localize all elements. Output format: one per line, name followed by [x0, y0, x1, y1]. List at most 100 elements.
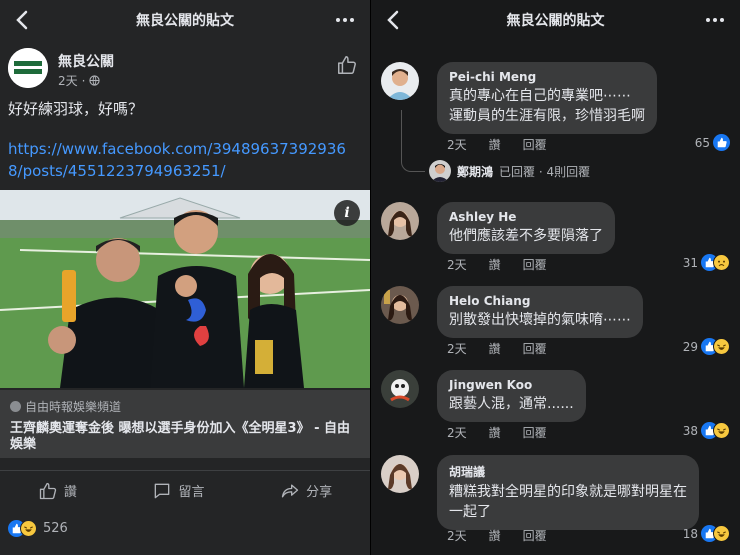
- comment-meta: 2天 讚 回覆: [447, 340, 547, 357]
- link-source-row: 自由時報娛樂頻道: [10, 398, 360, 415]
- comment-like-button[interactable]: 讚: [489, 340, 501, 357]
- comment-age: 2天: [447, 529, 467, 543]
- share-icon: [281, 484, 299, 497]
- reply-thread[interactable]: 鄭期鴻 已回覆 · 4則回覆: [429, 160, 590, 182]
- post-age: 2天: [58, 74, 78, 88]
- haha-reaction-icon: [713, 338, 730, 355]
- comment-like-button[interactable]: 讚: [489, 256, 501, 273]
- comment-button[interactable]: 留言: [152, 481, 204, 501]
- like-page-icon[interactable]: [336, 54, 358, 76]
- comment: Helo Chiang 別散發出快壞掉的氣味唷⋯⋯ 2天 讚 回覆 29: [379, 286, 734, 366]
- haha-reaction-icon: [713, 525, 730, 542]
- comment-meta: 2天 讚 回覆: [447, 424, 547, 441]
- comment-reaction-count: 38: [682, 423, 698, 438]
- sad-reaction-icon: [713, 254, 730, 271]
- reply-author[interactable]: 鄭期鴻: [457, 163, 493, 180]
- comment-meta: 2天 讚 回覆: [447, 256, 547, 273]
- comment-age: 2天: [447, 426, 467, 440]
- comment-bubble[interactable]: Pei-chi Meng 真的專心在自己的專業吧⋯⋯ 運動員的生涯有限，珍惜羽毛…: [437, 62, 657, 134]
- source-icon: [10, 401, 21, 412]
- post-link[interactable]: https://www.facebook.com/394896373929368…: [8, 138, 358, 182]
- link-source: 自由時報娛樂頻道: [25, 400, 122, 414]
- comment-reaction-count: 29: [682, 339, 698, 354]
- globe-icon: [89, 75, 101, 86]
- haha-reaction-icon: [20, 520, 37, 537]
- post-actions: 讚 留言 分享: [0, 470, 370, 510]
- comment-age: 2天: [447, 258, 467, 272]
- comment: 胡瑞議 糟糕我對全明星的印象就是哪對明星在 一起了 2天 讚 回覆 18: [379, 455, 734, 550]
- post-text: 好好練羽球，好嗎？: [8, 100, 144, 118]
- comment-text-line: 糟糕我對全明星的印象就是哪對明星在: [449, 484, 687, 500]
- top-bar: 無良公關的貼文: [0, 0, 370, 40]
- comment-like-button[interactable]: 讚: [489, 424, 501, 441]
- reaction-count: 526: [43, 521, 68, 536]
- post-panel: 無良公關的貼文 無良公關 2天 · 好好練羽球，好嗎？ https://www.…: [0, 0, 370, 555]
- avatar[interactable]: [381, 202, 419, 240]
- comment-icon: [155, 483, 170, 498]
- post-meta: 2天 ·: [58, 72, 101, 89]
- comment-reply-button[interactable]: 回覆: [523, 424, 547, 441]
- comment-bubble[interactable]: Jingwen Koo 跟藝人混，通常......: [437, 370, 586, 422]
- info-icon[interactable]: i: [334, 200, 360, 226]
- comment-text-line: 一起了: [449, 504, 491, 520]
- comment-meta: 2天 讚 回覆: [447, 136, 547, 153]
- share-button[interactable]: 分享: [280, 481, 332, 501]
- comment-age: 2天: [447, 138, 467, 152]
- comment-reply-button[interactable]: 回覆: [523, 256, 547, 273]
- commenter-name[interactable]: 胡瑞議: [449, 463, 687, 480]
- link-headline: 王齊麟奧運奪金後 曝想以選手身份加入《全明星3》 - 自由娛樂: [10, 421, 351, 452]
- comment-age: 2天: [447, 342, 467, 356]
- comment-reply-button[interactable]: 回覆: [523, 136, 547, 153]
- post-header: 無良公關 2天 ·: [8, 48, 368, 92]
- comment-reactions[interactable]: 31: [683, 254, 730, 271]
- comment-reactions[interactable]: 38: [683, 422, 730, 439]
- haha-reaction-icon: [713, 422, 730, 439]
- comment-text-line: 跟藝人混，通常......: [449, 396, 574, 412]
- page-title: 無良公關的貼文: [506, 13, 605, 29]
- comment-reaction-count: 18: [682, 526, 698, 541]
- avatar[interactable]: [381, 286, 419, 324]
- comment-reply-button[interactable]: 回覆: [523, 340, 547, 357]
- comment-label: 留言: [178, 485, 205, 500]
- comment-bubble[interactable]: 胡瑞議 糟糕我對全明星的印象就是哪對明星在 一起了: [437, 455, 699, 530]
- comment-bubble[interactable]: Ashley He 他們應該差不多要隕落了: [437, 202, 615, 254]
- commenter-name[interactable]: Ashley He: [449, 210, 603, 224]
- top-bar: 無良公關的貼文: [371, 0, 740, 40]
- reply-summary[interactable]: 已回覆 · 4則回覆: [499, 163, 590, 180]
- comment-bubble[interactable]: Helo Chiang 別散發出快壞掉的氣味唷⋯⋯: [437, 286, 643, 338]
- reaction-summary[interactable]: 526: [8, 520, 68, 537]
- like-label: 讚: [63, 485, 77, 500]
- link-preview-image[interactable]: i: [0, 190, 370, 388]
- comment-reaction-count: 65: [694, 135, 710, 150]
- comment-reaction-count: 31: [682, 255, 698, 270]
- like-reaction-icon: [713, 134, 730, 151]
- avatar[interactable]: [381, 370, 419, 408]
- comment-text-line: 運動員的生涯有限，珍惜羽毛啊: [449, 108, 645, 124]
- comment-like-button[interactable]: 讚: [489, 527, 501, 544]
- avatar[interactable]: [381, 62, 419, 100]
- commenter-name[interactable]: Pei-chi Meng: [449, 70, 645, 84]
- comment-like-button[interactable]: 讚: [489, 136, 501, 153]
- comment-reactions[interactable]: 65: [695, 134, 730, 151]
- avatar[interactable]: [381, 455, 419, 493]
- comment-text-line: 別散發出快壞掉的氣味唷⋯⋯: [449, 312, 631, 328]
- like-button[interactable]: 讚: [38, 481, 77, 501]
- page-avatar[interactable]: [8, 48, 48, 88]
- share-label: 分享: [306, 485, 333, 500]
- commenter-name[interactable]: Jingwen Koo: [449, 378, 574, 392]
- page-name[interactable]: 無良公關: [58, 51, 114, 71]
- link-card[interactable]: 自由時報娛樂頻道 王齊麟奧運奪金後 曝想以選手身份加入《全明星3》 - 自由娛樂: [0, 390, 370, 458]
- comment: Pei-chi Meng 真的專心在自己的專業吧⋯⋯ 運動員的生涯有限，珍惜羽毛…: [379, 62, 734, 162]
- comments-panel: 無良公關的貼文 Pei-chi Meng 真的專心在自己的專業吧⋯⋯ 運動員的生…: [370, 0, 740, 555]
- commenter-name[interactable]: Helo Chiang: [449, 294, 631, 308]
- comment: Ashley He 他們應該差不多要隕落了 2天 讚 回覆 31: [379, 202, 734, 282]
- more-options-icon[interactable]: [336, 14, 358, 26]
- comment-meta: 2天 讚 回覆: [447, 527, 547, 544]
- more-options-icon[interactable]: [706, 14, 728, 26]
- comment-reactions[interactable]: 18: [683, 525, 730, 542]
- comment-reactions[interactable]: 29: [683, 338, 730, 355]
- comment-reply-button[interactable]: 回覆: [523, 527, 547, 544]
- avatar[interactable]: [429, 160, 451, 182]
- thumbs-up-icon: [39, 482, 56, 499]
- comment: Jingwen Koo 跟藝人混，通常...... 2天 讚 回覆 38: [379, 370, 734, 450]
